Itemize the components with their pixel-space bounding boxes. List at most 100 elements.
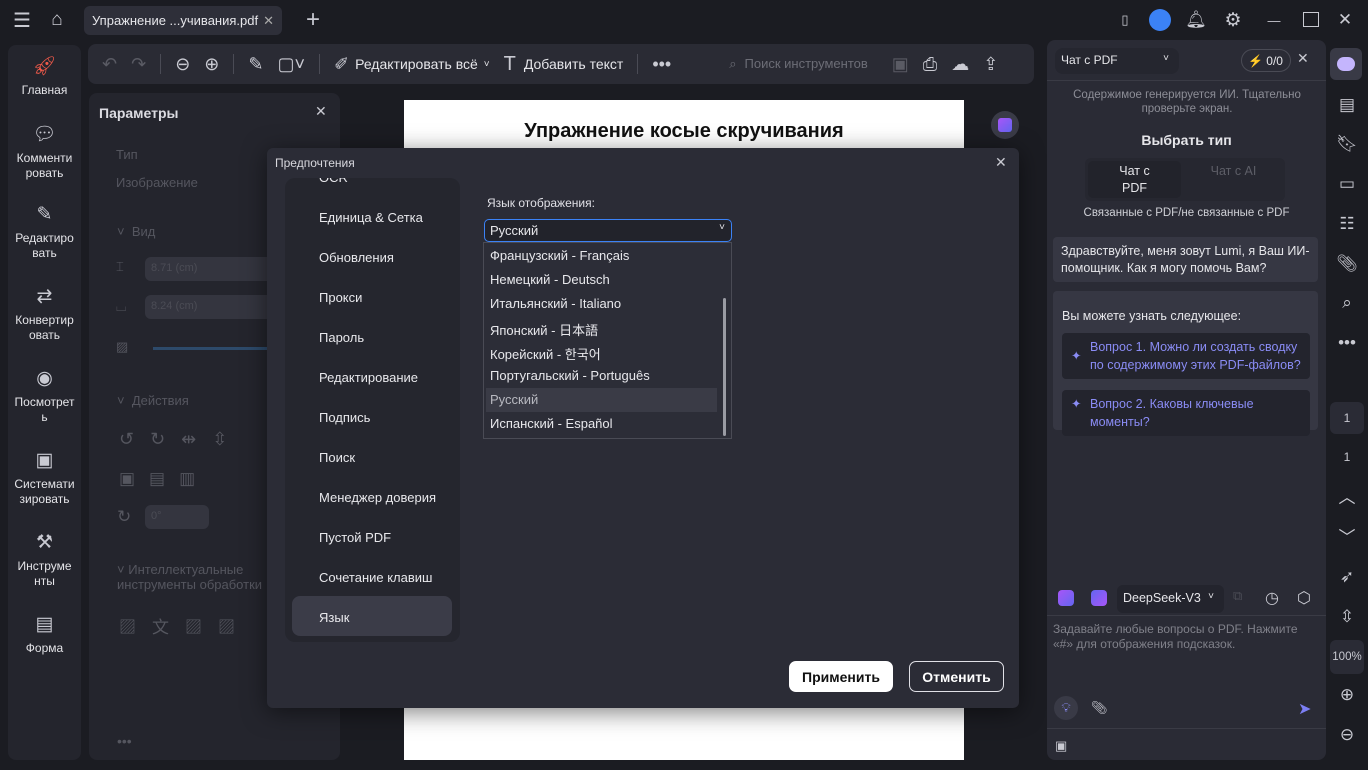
maximize-icon[interactable] (1303, 12, 1319, 27)
prev-page-icon[interactable]: ︿ (1330, 480, 1364, 510)
language-select[interactable]: Русский ˅ (484, 219, 732, 242)
zoom-level[interactable]: 100% (1330, 640, 1364, 674)
add-text-button[interactable]: T Добавить текст (504, 53, 624, 76)
height-input[interactable]: 8.71 (cm) (145, 257, 285, 281)
nav-item-5[interactable]: ▣ Системати зировать (8, 447, 81, 507)
minimize-icon[interactable]: — (1262, 8, 1286, 32)
nav-item-1[interactable]: 💬︎ Комменти ровать (8, 121, 81, 181)
preferences-menu-item[interactable]: Поиск (319, 450, 355, 465)
fields-icon[interactable]: ☷ (1330, 209, 1364, 239)
segment-chat-pdf[interactable]: Чат с PDF (1088, 161, 1181, 198)
redo-icon[interactable]: ↷ (131, 54, 146, 75)
menu-icon[interactable]: ☰ (10, 8, 34, 32)
save-icon[interactable]: ▣ (892, 54, 909, 75)
preferences-menu-item[interactable]: Язык (319, 610, 349, 625)
comments-icon[interactable]: ▭ (1330, 169, 1364, 199)
tool-search[interactable]: ⌕ Поиск инструментов (729, 56, 868, 72)
preferences-menu-item[interactable]: Сочетание клавиш (319, 570, 432, 585)
opacity-slider[interactable] (153, 347, 273, 350)
ai-tool-icons[interactable]: ▨文▨▨ (119, 613, 251, 638)
view-section[interactable]: ˅ Вид (117, 224, 155, 239)
new-chat-icon[interactable]: ⧉ (1233, 588, 1242, 604)
ai-assistant-button[interactable] (991, 111, 1019, 139)
align-icons[interactable]: ▣▤▥ (119, 469, 209, 489)
bookmark-icon[interactable]: 🔖︎ (1330, 129, 1364, 159)
attachment-icon[interactable]: 📎︎ (1330, 249, 1364, 279)
send-icon[interactable]: ➤ (1298, 699, 1311, 719)
zoom-out-icon[interactable]: ⊖ (1330, 720, 1364, 750)
select-cursor-icon[interactable]: ➶ (1330, 562, 1364, 592)
preferences-menu-item[interactable]: Единица & Сетка (319, 210, 423, 225)
language-option[interactable]: Немецкий - Deutsch (490, 272, 610, 287)
deepseek-icon[interactable] (1091, 590, 1107, 606)
ai-tools-section[interactable]: ˅ Интеллектуальные инструменты обработки (117, 562, 267, 592)
nav-item-3[interactable]: ⇄ Конвертир овать (8, 283, 81, 343)
device-icon[interactable]: ▯ (1114, 8, 1136, 32)
preferences-menu-item[interactable]: Менеджер доверия (319, 490, 436, 505)
home-icon[interactable]: ⌂ (44, 8, 70, 32)
attach-icon[interactable]: 📎︎ (1091, 700, 1108, 716)
chat-input[interactable]: Задавайте любые вопросы о PDF. Нажмите «… (1053, 622, 1319, 652)
close-tab-icon[interactable]: ✕ (263, 13, 274, 29)
more-icon[interactable]: ••• (652, 54, 671, 75)
scrollbar[interactable] (723, 298, 726, 436)
avatar[interactable] (1149, 9, 1171, 31)
actions-section[interactable]: ˅ Действия (117, 393, 189, 408)
search-icon[interactable]: ⌕ (1330, 288, 1364, 318)
highlighter-icon[interactable]: ✎ (248, 54, 263, 75)
pdf-ai-icon[interactable] (1058, 590, 1074, 606)
lightbulb-icon[interactable]: 💡︎ (1054, 696, 1078, 720)
suggestion-2[interactable]: ✦ Вопрос 2. Каковы ключевые моменты? (1062, 390, 1310, 436)
apply-button[interactable]: Применить (789, 661, 893, 692)
fit-page-icon[interactable]: ⇳ (1330, 602, 1364, 632)
print-icon[interactable]: ⎙ (923, 54, 937, 75)
language-option[interactable]: Русский (490, 392, 538, 407)
language-option[interactable]: Испанский - Español (490, 416, 613, 431)
language-option[interactable]: Японский - 日本語 (490, 320, 598, 339)
close-panel-icon[interactable]: ✕ (315, 103, 327, 120)
zoom-in-icon[interactable]: ⊕ (1330, 680, 1364, 710)
nav-item-7[interactable]: ▤ Форма (8, 611, 81, 656)
language-option[interactable]: Португальский - Português (490, 368, 650, 383)
language-option[interactable]: Итальянский - Italiano (490, 296, 621, 311)
language-option[interactable]: Французский - Français (490, 248, 629, 263)
preferences-menu-item[interactable]: Прокси (319, 290, 362, 305)
credits-badge[interactable]: ⚡ 0/0 (1241, 49, 1291, 72)
document-tab[interactable]: Упражнение ...учивания.pdf ✕ (84, 6, 282, 35)
nav-item-6[interactable]: ⚒ Инструме нты (8, 529, 81, 589)
more-icon[interactable]: ••• (1330, 328, 1364, 358)
preferences-menu-item[interactable]: Пустой PDF (319, 530, 391, 545)
rectangle-icon[interactable]: ▢˅ (277, 54, 305, 75)
undo-icon[interactable]: ↶ (102, 54, 117, 75)
suggestion-1[interactable]: ✦ Вопрос 1. Можно ли создать сводку по со… (1062, 333, 1310, 379)
upload-cloud-icon[interactable]: ☁ (951, 54, 969, 75)
rotate-input[interactable]: 0° (145, 505, 209, 529)
close-window-icon[interactable]: ✕ (1333, 8, 1357, 32)
ai-robot-icon[interactable] (1330, 48, 1362, 80)
nav-item-4[interactable]: ◉ Посмотрет ь (8, 365, 81, 425)
preferences-menu-item[interactable]: Обновления (319, 250, 394, 265)
history-icon[interactable]: ◷ (1265, 588, 1279, 608)
zoom-in-icon[interactable]: ⊕ (204, 54, 219, 75)
chat-mode-select[interactable]: Чат с PDF ˅ (1055, 48, 1179, 74)
preferences-menu-item[interactable]: Пароль (319, 330, 364, 345)
new-tab-icon[interactable]: + (300, 6, 326, 34)
cancel-button[interactable]: Отменить (909, 661, 1004, 692)
preferences-menu-item[interactable]: Подпись (319, 410, 370, 425)
nav-item-0[interactable]: 🚀︎ Главная (8, 53, 81, 98)
settings-icon[interactable]: ⬡ (1297, 588, 1311, 608)
close-dialog-icon[interactable]: ✕ (995, 154, 1007, 171)
page-number-input[interactable]: 1 (1330, 402, 1364, 434)
bell-icon[interactable]: 🔔︎ (1184, 8, 1208, 32)
language-option[interactable]: Корейский - 한국어 (490, 344, 601, 363)
edit-all-button[interactable]: ✐ Редактировать всё ˅ (334, 54, 490, 75)
nav-item-2[interactable]: ✎ Редактиро вать (8, 201, 81, 261)
rotate-flip-icons[interactable]: ↺↻⇹⇳ (119, 429, 243, 450)
width-input[interactable]: 8.24 (cm) (145, 295, 285, 319)
preferences-menu-item[interactable]: Редактирование (319, 370, 418, 385)
zoom-out-icon[interactable]: ⊖ (175, 54, 190, 75)
gear-icon[interactable]: ⚙ (1221, 8, 1245, 32)
share-icon[interactable]: ⇪ (983, 54, 998, 75)
segment-chat-ai[interactable]: Чат с AI (1185, 161, 1282, 198)
more-icon[interactable]: ••• (117, 733, 132, 749)
